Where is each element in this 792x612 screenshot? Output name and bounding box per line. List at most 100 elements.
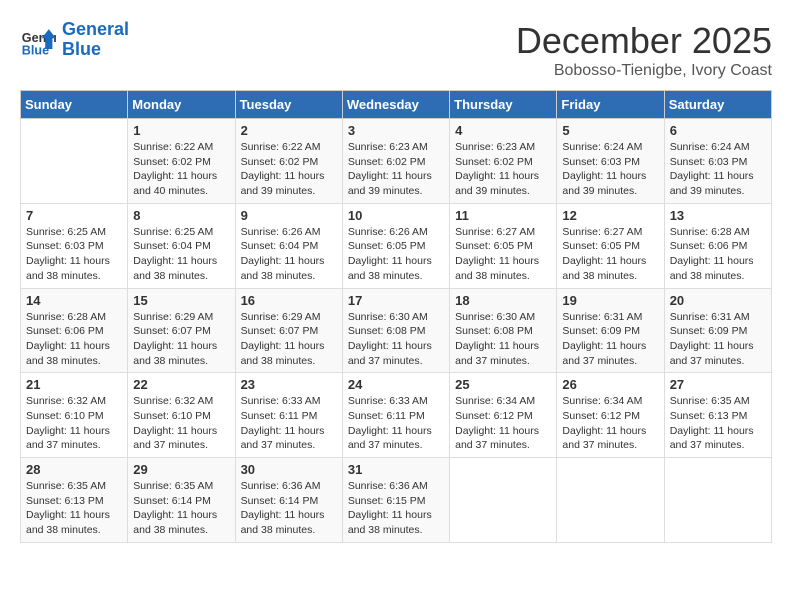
weekday-header: Friday: [557, 91, 664, 119]
day-number: 2: [241, 123, 337, 138]
day-number: 3: [348, 123, 444, 138]
weekday-header: Wednesday: [342, 91, 449, 119]
calendar-cell: 9 Sunrise: 6:26 AM Sunset: 6:04 PM Daylig…: [235, 203, 342, 288]
day-number: 27: [670, 377, 766, 392]
day-number: 14: [26, 293, 122, 308]
day-info: Sunrise: 6:26 AM Sunset: 6:04 PM Dayligh…: [241, 225, 337, 284]
day-info: Sunrise: 6:29 AM Sunset: 6:07 PM Dayligh…: [241, 310, 337, 369]
day-info: Sunrise: 6:27 AM Sunset: 6:05 PM Dayligh…: [562, 225, 658, 284]
day-info: Sunrise: 6:34 AM Sunset: 6:12 PM Dayligh…: [562, 394, 658, 453]
day-info: Sunrise: 6:31 AM Sunset: 6:09 PM Dayligh…: [670, 310, 766, 369]
day-number: 18: [455, 293, 551, 308]
day-number: 13: [670, 208, 766, 223]
weekday-header: Thursday: [450, 91, 557, 119]
calendar-table: SundayMondayTuesdayWednesdayThursdayFrid…: [20, 90, 772, 543]
day-number: 11: [455, 208, 551, 223]
title-area: December 2025 Bobosso-Tienigbe, Ivory Co…: [516, 20, 772, 80]
calendar-cell: 27 Sunrise: 6:35 AM Sunset: 6:13 PM Dayli…: [664, 373, 771, 458]
day-number: 9: [241, 208, 337, 223]
month-title: December 2025: [516, 20, 772, 62]
calendar-cell: 26 Sunrise: 6:34 AM Sunset: 6:12 PM Dayli…: [557, 373, 664, 458]
weekday-header-row: SundayMondayTuesdayWednesdayThursdayFrid…: [21, 91, 772, 119]
calendar-cell: [21, 119, 128, 204]
weekday-header: Tuesday: [235, 91, 342, 119]
day-number: 31: [348, 462, 444, 477]
calendar-cell: 4Sunrise: 6:23 AM Sunset: 6:02 PM Daylig…: [450, 119, 557, 204]
day-info: Sunrise: 6:33 AM Sunset: 6:11 PM Dayligh…: [241, 394, 337, 453]
calendar-cell: 31 Sunrise: 6:36 AM Sunset: 6:15 PM Dayli…: [342, 458, 449, 543]
calendar-cell: 22Sunrise: 6:32 AM Sunset: 6:10 PM Dayli…: [128, 373, 235, 458]
day-info: Sunrise: 6:34 AM Sunset: 6:12 PM Dayligh…: [455, 394, 551, 453]
calendar-cell: [557, 458, 664, 543]
day-number: 16: [241, 293, 337, 308]
day-info: Sunrise: 6:31 AM Sunset: 6:09 PM Dayligh…: [562, 310, 658, 369]
day-number: 25: [455, 377, 551, 392]
day-number: 8: [133, 208, 229, 223]
day-number: 29: [133, 462, 229, 477]
day-info: Sunrise: 6:22 AM Sunset: 6:02 PM Dayligh…: [133, 140, 229, 199]
day-info: Sunrise: 6:36 AM Sunset: 6:15 PM Dayligh…: [348, 479, 444, 538]
day-number: 1: [133, 123, 229, 138]
day-number: 30: [241, 462, 337, 477]
day-number: 6: [670, 123, 766, 138]
logo-blue: Blue: [62, 39, 101, 59]
calendar-cell: 3 Sunrise: 6:23 AM Sunset: 6:02 PM Daylig…: [342, 119, 449, 204]
weekday-header: Sunday: [21, 91, 128, 119]
day-info: Sunrise: 6:24 AM Sunset: 6:03 PM Dayligh…: [670, 140, 766, 199]
day-info: Sunrise: 6:35 AM Sunset: 6:13 PM Dayligh…: [26, 479, 122, 538]
calendar-cell: 14 Sunrise: 6:28 AM Sunset: 6:06 PM Dayli…: [21, 288, 128, 373]
day-number: 10: [348, 208, 444, 223]
day-number: 7: [26, 208, 122, 223]
day-number: 12: [562, 208, 658, 223]
calendar-week-row: 7Sunrise: 6:25 AM Sunset: 6:03 PM Daylig…: [21, 203, 772, 288]
calendar-cell: 21 Sunrise: 6:32 AM Sunset: 6:10 PM Dayli…: [21, 373, 128, 458]
day-info: Sunrise: 6:27 AM Sunset: 6:05 PM Dayligh…: [455, 225, 551, 284]
day-number: 19: [562, 293, 658, 308]
day-info: Sunrise: 6:28 AM Sunset: 6:06 PM Dayligh…: [670, 225, 766, 284]
calendar-cell: 16 Sunrise: 6:29 AM Sunset: 6:07 PM Dayli…: [235, 288, 342, 373]
calendar-cell: 12 Sunrise: 6:27 AM Sunset: 6:05 PM Dayli…: [557, 203, 664, 288]
day-info: Sunrise: 6:30 AM Sunset: 6:08 PM Dayligh…: [348, 310, 444, 369]
logo-general: General: [62, 19, 129, 39]
calendar-cell: 18Sunrise: 6:30 AM Sunset: 6:08 PM Dayli…: [450, 288, 557, 373]
calendar-cell: 17Sunrise: 6:30 AM Sunset: 6:08 PM Dayli…: [342, 288, 449, 373]
day-number: 5: [562, 123, 658, 138]
calendar-cell: 30Sunrise: 6:36 AM Sunset: 6:14 PM Dayli…: [235, 458, 342, 543]
day-info: Sunrise: 6:23 AM Sunset: 6:02 PM Dayligh…: [348, 140, 444, 199]
day-number: 28: [26, 462, 122, 477]
calendar-cell: 23Sunrise: 6:33 AM Sunset: 6:11 PM Dayli…: [235, 373, 342, 458]
calendar-cell: 5 Sunrise: 6:24 AM Sunset: 6:03 PM Daylig…: [557, 119, 664, 204]
calendar-cell: 11 Sunrise: 6:27 AM Sunset: 6:05 PM Dayli…: [450, 203, 557, 288]
calendar-week-row: 21 Sunrise: 6:32 AM Sunset: 6:10 PM Dayli…: [21, 373, 772, 458]
day-info: Sunrise: 6:33 AM Sunset: 6:11 PM Dayligh…: [348, 394, 444, 453]
day-number: 20: [670, 293, 766, 308]
calendar-cell: 7Sunrise: 6:25 AM Sunset: 6:03 PM Daylig…: [21, 203, 128, 288]
logo-icon: General Blue: [20, 22, 56, 58]
day-info: Sunrise: 6:25 AM Sunset: 6:04 PM Dayligh…: [133, 225, 229, 284]
day-info: Sunrise: 6:22 AM Sunset: 6:02 PM Dayligh…: [241, 140, 337, 199]
calendar-cell: 28 Sunrise: 6:35 AM Sunset: 6:13 PM Dayli…: [21, 458, 128, 543]
location-title: Bobosso-Tienigbe, Ivory Coast: [516, 62, 772, 80]
calendar-week-row: 1 Sunrise: 6:22 AM Sunset: 6:02 PM Daylig…: [21, 119, 772, 204]
calendar-cell: 6 Sunrise: 6:24 AM Sunset: 6:03 PM Daylig…: [664, 119, 771, 204]
page-header: General Blue General Blue December 2025 …: [20, 20, 772, 80]
day-number: 22: [133, 377, 229, 392]
calendar-week-row: 14 Sunrise: 6:28 AM Sunset: 6:06 PM Dayli…: [21, 288, 772, 373]
day-info: Sunrise: 6:26 AM Sunset: 6:05 PM Dayligh…: [348, 225, 444, 284]
day-number: 26: [562, 377, 658, 392]
calendar-cell: 2 Sunrise: 6:22 AM Sunset: 6:02 PM Daylig…: [235, 119, 342, 204]
weekday-header: Saturday: [664, 91, 771, 119]
calendar-cell: 29 Sunrise: 6:35 AM Sunset: 6:14 PM Dayli…: [128, 458, 235, 543]
day-info: Sunrise: 6:28 AM Sunset: 6:06 PM Dayligh…: [26, 310, 122, 369]
calendar-cell: 13 Sunrise: 6:28 AM Sunset: 6:06 PM Dayli…: [664, 203, 771, 288]
day-info: Sunrise: 6:24 AM Sunset: 6:03 PM Dayligh…: [562, 140, 658, 199]
day-info: Sunrise: 6:23 AM Sunset: 6:02 PM Dayligh…: [455, 140, 551, 199]
day-info: Sunrise: 6:35 AM Sunset: 6:13 PM Dayligh…: [670, 394, 766, 453]
calendar-cell: 24Sunrise: 6:33 AM Sunset: 6:11 PM Dayli…: [342, 373, 449, 458]
day-info: Sunrise: 6:35 AM Sunset: 6:14 PM Dayligh…: [133, 479, 229, 538]
day-number: 21: [26, 377, 122, 392]
calendar-cell: 8 Sunrise: 6:25 AM Sunset: 6:04 PM Daylig…: [128, 203, 235, 288]
logo: General Blue General Blue: [20, 20, 129, 60]
day-info: Sunrise: 6:32 AM Sunset: 6:10 PM Dayligh…: [26, 394, 122, 453]
day-number: 15: [133, 293, 229, 308]
